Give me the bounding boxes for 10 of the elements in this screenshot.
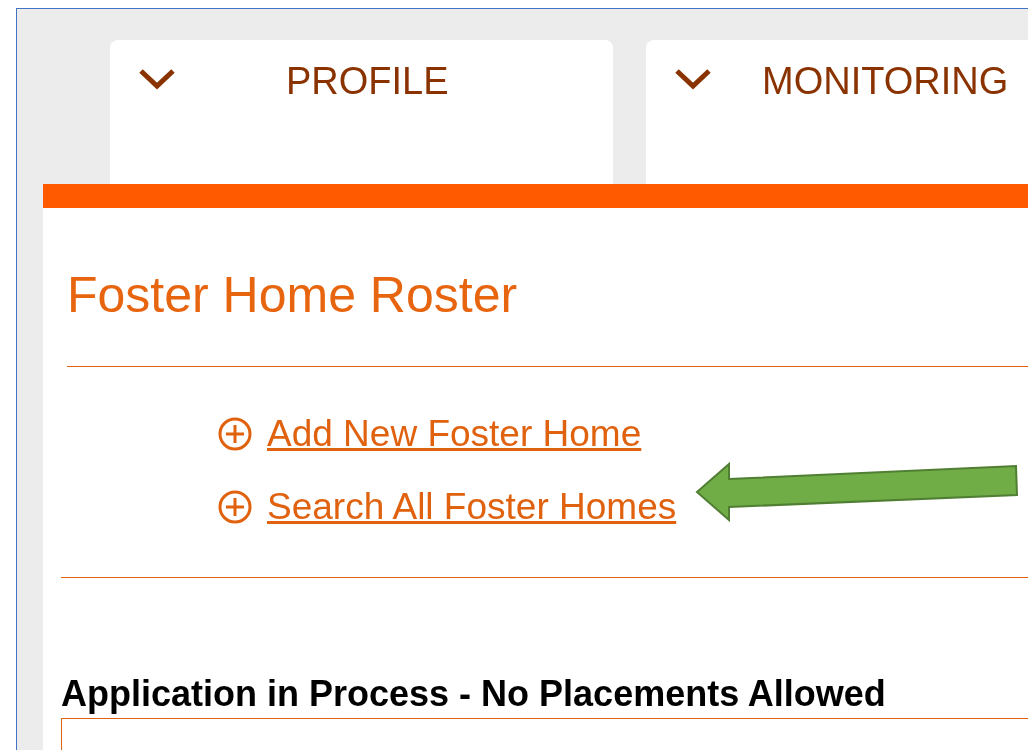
section-tab[interactable]: PROFILE (110, 40, 613, 184)
section-title: Foster Home Roster (67, 270, 519, 320)
section-tab[interactable]: MONITORING (646, 40, 1028, 184)
plus-circle-icon (217, 415, 253, 452)
link[interactable]: Add New Foster Home (267, 415, 642, 452)
chevron-down-icon (674, 68, 712, 90)
link[interactable]: Search All Foster Homes (267, 488, 677, 525)
plus-circle-icon (217, 488, 253, 525)
chevron-down-icon (138, 68, 176, 90)
status-heading: Application in Process - No Placements Allowed (61, 676, 887, 712)
